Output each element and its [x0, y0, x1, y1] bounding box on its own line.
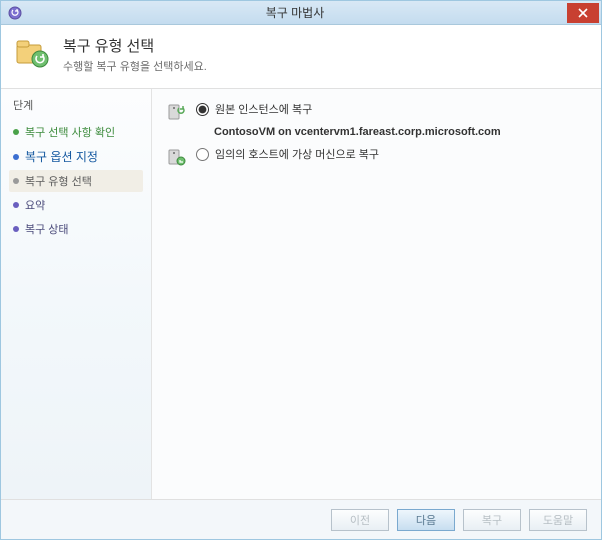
next-button[interactable]: 다음: [397, 509, 455, 531]
radio-alternate-host[interactable]: 임의의 호스트에 가상 머신으로 복구: [196, 146, 379, 162]
wizard-header: 복구 유형 선택 수행할 복구 유형을 선택하세요.: [1, 25, 601, 88]
bullet-icon: [13, 129, 19, 135]
titlebar: 복구 마법사: [1, 1, 601, 25]
step-label: 복구 유형 선택: [25, 173, 92, 189]
radio-input[interactable]: [196, 103, 209, 116]
recovery-icon: [15, 35, 51, 71]
close-button[interactable]: [567, 3, 599, 23]
main-panel: 원본 인스턴스에 복구 ContosoVM on vcentervm1.fare…: [151, 89, 601, 499]
wizard-window: 복구 마법사 복구 유형 선택 수행할 복구 유형을 선택하세요. 단계 복구 …: [0, 0, 602, 540]
steps-sidebar: 단계 복구 선택 사항 확인 복구 옵션 지정 복구 유형 선택 요약 복구 상…: [1, 89, 151, 499]
help-button[interactable]: 도움말: [529, 509, 587, 531]
step-label: 복구 상태: [25, 221, 69, 237]
step-label: 복구 선택 사항 확인: [25, 124, 115, 140]
step-review-selections[interactable]: 복구 선택 사항 확인: [9, 121, 143, 143]
back-button: 이전: [331, 509, 389, 531]
option-label: 원본 인스턴스에 복구: [215, 101, 312, 117]
radio-original-instance[interactable]: 원본 인스턴스에 복구: [196, 101, 312, 117]
step-recovery-type[interactable]: 복구 유형 선택: [9, 170, 143, 192]
radio-input[interactable]: [196, 148, 209, 161]
bullet-icon: [13, 178, 19, 184]
server-alt-icon: [166, 147, 186, 167]
header-text: 복구 유형 선택 수행할 복구 유형을 선택하세요.: [63, 35, 207, 74]
original-instance-detail: ContosoVM on vcentervm1.fareast.corp.mic…: [214, 126, 587, 138]
bullet-icon: [13, 226, 19, 232]
step-recovery-options[interactable]: 복구 옵션 지정: [9, 145, 143, 168]
bullet-icon: [13, 154, 19, 160]
recover-button: 복구: [463, 509, 521, 531]
wizard-body: 단계 복구 선택 사항 확인 복구 옵션 지정 복구 유형 선택 요약 복구 상…: [1, 88, 601, 499]
option-original-instance[interactable]: 원본 인스턴스에 복구: [166, 101, 587, 122]
step-summary[interactable]: 요약: [9, 194, 143, 216]
step-label: 요약: [25, 197, 45, 213]
option-alternate-host[interactable]: 임의의 호스트에 가상 머신으로 복구: [166, 146, 587, 167]
page-title: 복구 유형 선택: [63, 35, 207, 56]
wizard-footer: 이전 다음 복구 도움말: [1, 499, 601, 539]
step-label: 복구 옵션 지정: [25, 148, 98, 165]
option-label: 임의의 호스트에 가상 머신으로 복구: [215, 146, 379, 162]
app-icon: [7, 5, 23, 21]
bullet-icon: [13, 202, 19, 208]
window-title: 복구 마법사: [23, 4, 567, 21]
steps-heading: 단계: [9, 97, 143, 113]
server-icon: [166, 102, 186, 122]
step-recovery-status[interactable]: 복구 상태: [9, 218, 143, 240]
page-subtitle: 수행할 복구 유형을 선택하세요.: [63, 58, 207, 74]
